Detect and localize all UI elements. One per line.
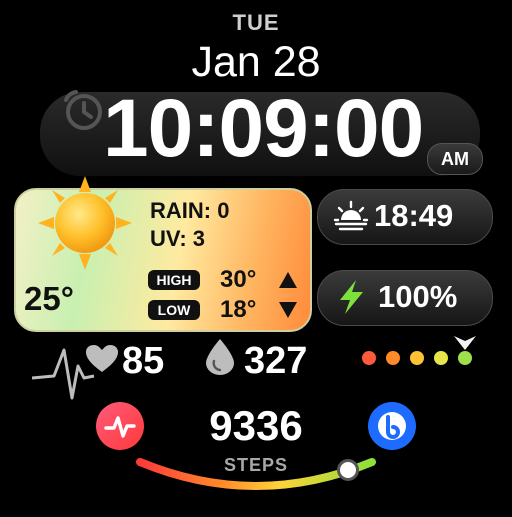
lightning-icon	[336, 280, 366, 319]
rain-label: RAIN: 0	[150, 198, 230, 223]
low-value: 18°	[220, 296, 257, 323]
steps-progress-arc	[0, 440, 512, 517]
alarm-clock-icon[interactable]	[60, 86, 108, 139]
level-dot-3	[410, 351, 424, 365]
date-label: Jan 28	[191, 38, 321, 86]
day-of-week: TUE	[232, 10, 280, 35]
droplet-icon	[206, 339, 234, 380]
steps-progress-handle	[337, 459, 359, 481]
uv-label: UV: 3	[150, 226, 206, 251]
sun-icon	[38, 176, 132, 275]
current-temperature: 25°	[24, 280, 74, 317]
low-tag: LOW	[148, 300, 200, 320]
sunrise-icon	[333, 200, 369, 237]
level-dot-4	[434, 351, 448, 365]
battery-level: 100%	[378, 279, 458, 314]
high-tag: HIGH	[148, 270, 200, 290]
heart-icon	[86, 345, 118, 378]
heart-rate: 85	[122, 340, 165, 382]
clock-time: 10:09:00	[103, 83, 424, 174]
level-dot-2	[386, 351, 400, 365]
level-dot-1	[362, 351, 376, 365]
down-arrow-icon	[279, 302, 297, 323]
up-arrow-icon	[279, 272, 297, 293]
high-value: 30°	[220, 266, 257, 293]
level-marker-icon	[454, 336, 476, 357]
water-intake: 327	[244, 340, 308, 382]
ampm-badge: AM	[427, 143, 483, 175]
sunrise-time: 18:49	[374, 198, 454, 233]
